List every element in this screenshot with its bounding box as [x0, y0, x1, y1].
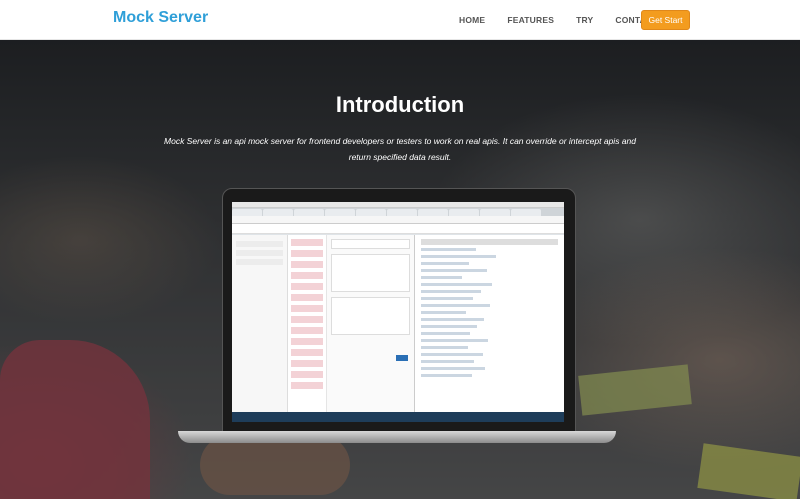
- screenshot-url-bar: [232, 216, 564, 224]
- nav-features-link[interactable]: FEATURES: [507, 15, 554, 25]
- screenshot-go-button: [396, 355, 408, 361]
- screenshot-sidebar: [232, 235, 288, 422]
- nav-try-link[interactable]: TRY: [576, 15, 593, 25]
- screenshot-app-body: [232, 235, 564, 422]
- screenshot-dock: [232, 412, 564, 422]
- laptop-screen: [232, 202, 564, 422]
- nav-home-link[interactable]: HOME: [459, 15, 485, 25]
- top-navbar: Mock Server HOME FEATURES TRY CONTACT Ge…: [0, 0, 800, 40]
- brand-logo[interactable]: Mock Server: [113, 9, 208, 27]
- screenshot-api-list: [288, 235, 326, 422]
- screenshot-json-viewer: [414, 235, 564, 422]
- hero-title: Introduction: [335, 92, 465, 117]
- get-start-button[interactable]: Get Start: [641, 10, 690, 30]
- laptop-base: [178, 431, 616, 443]
- hero-description: Mock Server is an api mock server for fr…: [164, 136, 636, 162]
- screenshot-browser-tabs: [232, 208, 564, 216]
- screenshot-request-editor: [326, 235, 414, 422]
- screenshot-app-header: [232, 224, 564, 234]
